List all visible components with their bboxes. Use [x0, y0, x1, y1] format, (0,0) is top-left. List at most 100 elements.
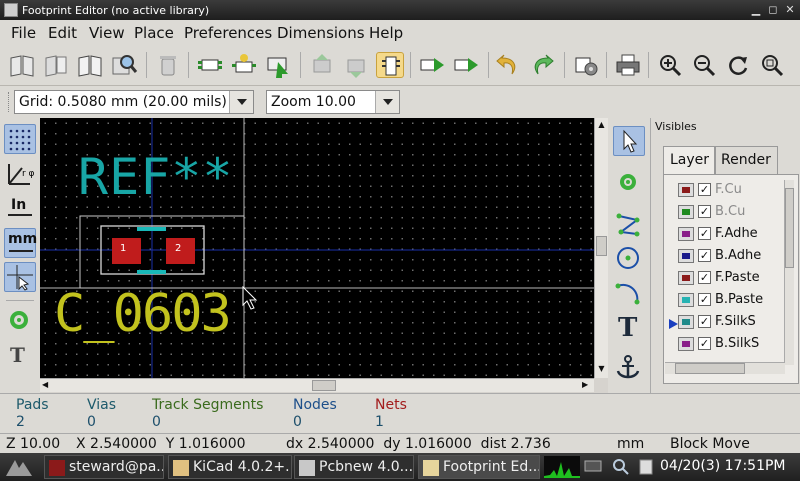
import-footprint-icon[interactable] [308, 52, 336, 78]
layer-list-scrollbar[interactable] [784, 180, 794, 365]
layer-list-hscroll-thumb[interactable] [675, 363, 745, 374]
layer-visible-checkbox[interactable]: ✓ [698, 227, 711, 240]
new-library-icon[interactable] [42, 52, 70, 78]
add-pad-button[interactable] [613, 168, 645, 198]
layer-color-swatch[interactable] [678, 205, 694, 219]
undo-icon[interactable] [494, 52, 522, 78]
module-icon[interactable] [376, 52, 404, 78]
full-cursor-button[interactable] [4, 262, 36, 292]
footprint-properties-icon[interactable] [572, 52, 600, 78]
layer-row[interactable]: ✓ B.Paste [664, 289, 784, 311]
menu-place[interactable]: Place [134, 24, 174, 42]
footprint-canvas[interactable]: 1 2 REF** C_0603 [40, 118, 594, 378]
start-menu-icon[interactable] [4, 456, 34, 478]
app-icon[interactable] [4, 3, 18, 17]
grid-select[interactable]: Grid: 0.5080 mm (20.00 mils) [14, 90, 254, 114]
track-segments-value: 0 [152, 414, 161, 430]
menu-preferences[interactable]: Preferences [184, 24, 272, 42]
layer-color-swatch[interactable] [678, 337, 694, 351]
search-library-icon[interactable] [110, 52, 138, 78]
layer-row[interactable]: ✓ F.Paste [664, 267, 784, 289]
layer-visible-checkbox[interactable]: ✓ [698, 337, 711, 350]
menu-file[interactable]: File [11, 24, 36, 42]
layer-list-scroll-thumb[interactable] [785, 188, 794, 268]
horizontal-scrollbar[interactable]: ◀ ▶ [40, 378, 594, 392]
task-terminal[interactable]: steward@pa... [44, 455, 164, 479]
load-from-board-icon[interactable] [418, 52, 446, 78]
add-circle-button[interactable] [613, 244, 645, 274]
chevron-down-icon[interactable] [375, 91, 399, 113]
layer-color-swatch[interactable] [678, 249, 694, 263]
menu-help[interactable]: Help [369, 24, 403, 42]
units-mm-button[interactable]: mm [4, 228, 37, 258]
units-inch-button[interactable]: In [4, 194, 36, 224]
load-footprint-icon[interactable] [264, 52, 292, 78]
select-tool-button[interactable] [613, 126, 645, 156]
tab-layer[interactable]: Layer [663, 146, 717, 174]
task-footprint-editor[interactable]: Footprint Ed... [418, 455, 540, 479]
footprint-wizard-icon[interactable] [230, 52, 258, 78]
search-icon[interactable] [612, 458, 630, 476]
redraw-icon[interactable] [724, 52, 752, 78]
layer-visible-checkbox[interactable]: ✓ [698, 293, 711, 306]
scroll-up-icon[interactable]: ▲ [596, 120, 607, 130]
layer-visible-checkbox[interactable]: ✓ [698, 249, 711, 262]
vertical-scroll-thumb[interactable] [596, 236, 607, 256]
library-book-icon[interactable] [76, 52, 104, 78]
scroll-right-icon[interactable]: ▶ [582, 380, 592, 391]
vertical-scrollbar[interactable]: ▲ ▼ [594, 118, 608, 378]
zoom-fit-icon[interactable] [758, 52, 786, 78]
menu-view[interactable]: View [89, 24, 125, 42]
layer-color-swatch[interactable] [678, 293, 694, 307]
layer-row[interactable]: ✓ B.Adhe [664, 245, 784, 267]
task-pcbnew[interactable]: Pcbnew 4.0.... [294, 455, 414, 479]
layer-list-hscrollbar[interactable] [665, 362, 785, 374]
open-library-icon[interactable] [8, 52, 36, 78]
insert-to-board-icon[interactable] [452, 52, 480, 78]
task-kicad[interactable]: KiCad 4.0.2+... [168, 455, 292, 479]
print-icon[interactable] [614, 52, 642, 78]
menu-edit[interactable]: Edit [48, 24, 77, 42]
tab-render[interactable]: Render [714, 146, 778, 174]
redo-icon[interactable] [528, 52, 556, 78]
layer-color-swatch[interactable] [678, 315, 694, 329]
layer-row[interactable]: ✓ B.SilkS [664, 333, 784, 355]
layer-row[interactable]: ✓ F.Cu [664, 179, 784, 201]
layer-row[interactable]: ✓ F.Adhe [664, 223, 784, 245]
scroll-down-icon[interactable]: ▼ [596, 364, 607, 374]
layer-row[interactable]: ✓ B.Cu [664, 201, 784, 223]
layer-visible-checkbox[interactable]: ✓ [698, 315, 711, 328]
screen-icon[interactable] [584, 458, 602, 476]
layer-visible-checkbox[interactable]: ✓ [698, 183, 711, 196]
zoom-out-icon[interactable] [690, 52, 718, 78]
show-grid-button[interactable] [4, 124, 36, 154]
close-icon[interactable]: ✕ [783, 3, 797, 17]
new-footprint-icon[interactable] [196, 52, 224, 78]
pad-sketch-button[interactable] [4, 306, 36, 336]
layer-row[interactable]: ✓ F.SilkS [664, 311, 784, 333]
maximize-icon[interactable]: ◻ [766, 3, 780, 17]
place-anchor-button[interactable] [613, 354, 645, 384]
layer-color-swatch[interactable] [678, 271, 694, 285]
horizontal-scroll-thumb[interactable] [312, 380, 336, 391]
delete-icon[interactable] [154, 52, 182, 78]
value-text[interactable]: C_0603 [54, 284, 232, 344]
layer-visible-checkbox[interactable]: ✓ [698, 205, 711, 218]
layer-color-swatch[interactable] [678, 227, 694, 241]
text-sketch-button[interactable]: T [4, 340, 36, 370]
chevron-down-icon[interactable] [229, 91, 253, 113]
add-arc-button[interactable] [613, 278, 645, 308]
add-text-button[interactable]: T [613, 312, 645, 343]
zoom-in-icon[interactable] [656, 52, 684, 78]
add-line-button[interactable] [613, 210, 645, 240]
polar-coords-button[interactable]: r φ [4, 160, 36, 190]
reference-text[interactable]: REF** [78, 148, 234, 206]
zoom-select[interactable]: Zoom 10.00 [266, 90, 400, 114]
polar-coords-icon: r φ [8, 164, 35, 185]
export-footprint-icon[interactable] [342, 52, 370, 78]
layer-color-swatch[interactable] [678, 183, 694, 197]
menu-dimensions[interactable]: Dimensions [277, 24, 365, 42]
minimize-icon[interactable]: ▁ [749, 3, 763, 17]
layer-visible-checkbox[interactable]: ✓ [698, 271, 711, 284]
scroll-left-icon[interactable]: ◀ [42, 380, 52, 391]
